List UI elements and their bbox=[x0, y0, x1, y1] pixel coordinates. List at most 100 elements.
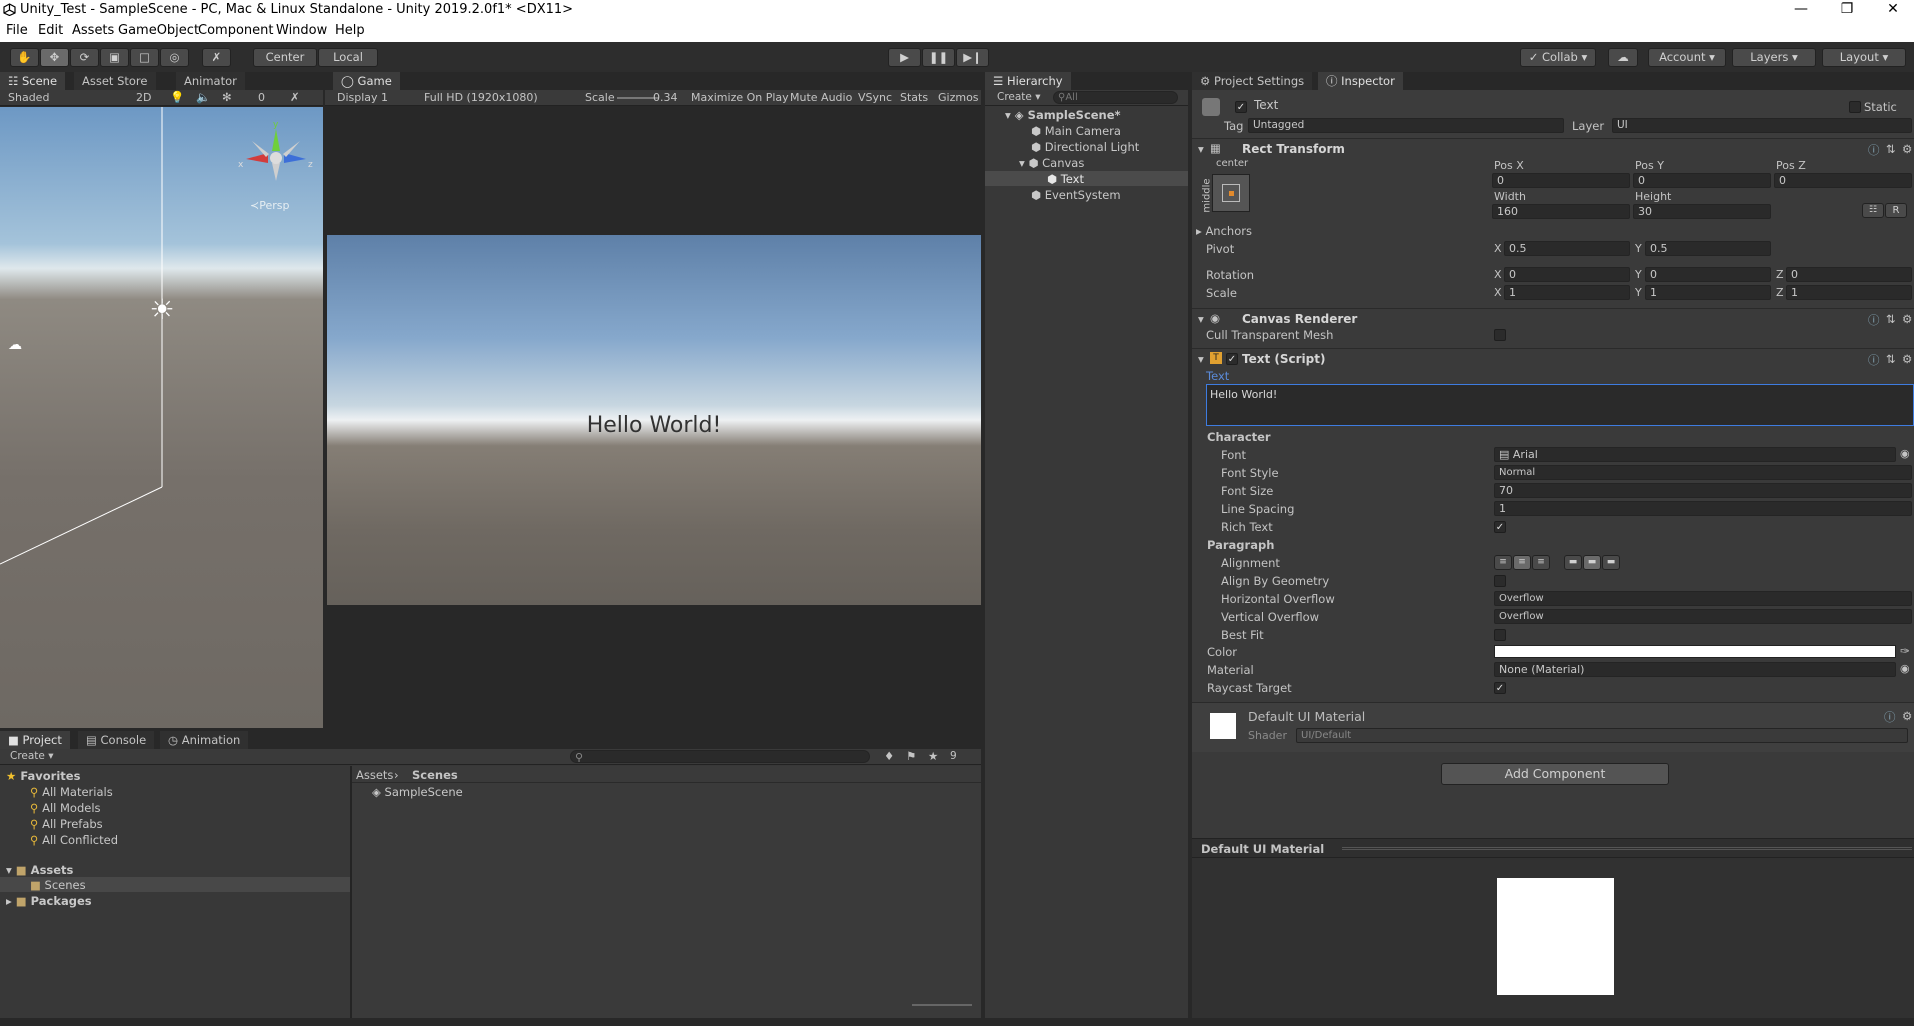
fav-all-materials[interactable]: ⚲ All Materials bbox=[30, 785, 113, 799]
vsync-toggle[interactable]: VSync bbox=[858, 91, 892, 104]
game-viewport[interactable]: Hello World! bbox=[327, 235, 981, 605]
best-fit-checkbox[interactable] bbox=[1494, 629, 1506, 641]
maximize-button[interactable]: ❐ bbox=[1824, 0, 1870, 20]
text-content-area[interactable]: Hello World! bbox=[1206, 384, 1914, 426]
directional-light-icon[interactable]: ☀ bbox=[147, 295, 177, 325]
pivot-y-field[interactable]: 0.5 bbox=[1645, 241, 1771, 256]
menu-assets[interactable]: Assets bbox=[72, 23, 114, 38]
align-top-icon[interactable]: ▬ bbox=[1564, 555, 1582, 570]
foldout-arrow-icon[interactable]: ▾ bbox=[1198, 352, 1204, 366]
file-samplescene[interactable]: ◈ SampleScene bbox=[372, 785, 463, 799]
help-icon[interactable]: ⓘ bbox=[1868, 312, 1880, 328]
width-field[interactable]: 160 bbox=[1492, 204, 1630, 219]
camera-icon[interactable]: ☁ bbox=[8, 337, 22, 353]
menu-help[interactable]: Help bbox=[335, 23, 365, 38]
rect-transform-header[interactable]: ▾ ▦ Rect Transform ⓘ ⇅ ⚙ bbox=[1192, 138, 1914, 158]
packages-node[interactable]: ▸ ■ Packages bbox=[6, 894, 92, 908]
menu-component[interactable]: Component bbox=[198, 23, 273, 38]
tab-animation[interactable]: ◷ Animation bbox=[160, 731, 249, 749]
align-left-icon[interactable]: ≡ bbox=[1494, 555, 1512, 570]
custom-tool-icon[interactable]: ✗ bbox=[202, 48, 231, 67]
effects-icon[interactable]: ✻ bbox=[222, 90, 232, 104]
static-checkbox[interactable] bbox=[1849, 101, 1861, 113]
tag-dropdown[interactable]: Untagged bbox=[1248, 118, 1564, 133]
tab-project-settings[interactable]: ⚙ Project Settings bbox=[1192, 72, 1313, 90]
layers-dropdown[interactable]: Layers ▾ bbox=[1732, 48, 1816, 67]
fav-all-prefabs[interactable]: ⚲ All Prefabs bbox=[30, 817, 103, 831]
object-name-field[interactable]: Text bbox=[1250, 99, 1760, 114]
maximize-on-play-toggle[interactable]: Maximize On Play bbox=[691, 91, 789, 104]
align-bottom-icon[interactable]: ▬ bbox=[1602, 555, 1620, 570]
pos-x-field[interactable]: 0 bbox=[1492, 173, 1630, 188]
tab-project[interactable]: ■ Project bbox=[0, 731, 70, 749]
font-style-dropdown[interactable]: Normal bbox=[1494, 465, 1912, 480]
help-icon[interactable]: ⓘ bbox=[1868, 142, 1880, 158]
anchors-foldout[interactable]: ▸ Anchors bbox=[1196, 224, 1252, 238]
eyedropper-icon[interactable]: ✑ bbox=[1900, 644, 1910, 658]
tab-animator[interactable]: Animator bbox=[176, 72, 245, 90]
resolution-dropdown[interactable]: Full HD (1920x1080) bbox=[424, 91, 538, 104]
scene-root[interactable]: ▾ ◈ SampleScene* bbox=[1005, 108, 1121, 122]
shading-mode-dropdown[interactable]: Shaded bbox=[8, 91, 49, 104]
pivot-center-button[interactable]: Center bbox=[253, 48, 317, 67]
rotate-tool-icon[interactable]: ⟳ bbox=[70, 48, 99, 67]
line-spacing-field[interactable]: 1 bbox=[1494, 501, 1912, 516]
gizmos-toggle[interactable]: Gizmos bbox=[938, 91, 979, 104]
filter-label-icon[interactable]: ⚑ bbox=[906, 749, 916, 763]
settings-gear-icon[interactable]: ⚙ bbox=[1902, 709, 1912, 723]
add-component-button[interactable]: Add Component bbox=[1441, 763, 1669, 785]
tab-asset-store[interactable]: Asset Store bbox=[74, 72, 156, 90]
menu-edit[interactable]: Edit bbox=[38, 23, 63, 38]
minimize-button[interactable]: — bbox=[1778, 0, 1824, 20]
play-icon[interactable]: ▶ bbox=[888, 48, 921, 67]
text-enabled-checkbox[interactable]: ✓ bbox=[1226, 353, 1238, 365]
cloud-icon[interactable]: ☁ bbox=[1608, 48, 1638, 67]
account-dropdown[interactable]: Account ▾ bbox=[1648, 48, 1726, 67]
rot-x-field[interactable]: 0 bbox=[1504, 267, 1630, 282]
fav-all-conflicted[interactable]: ⚲ All Conflicted bbox=[30, 833, 118, 847]
fav-all-models[interactable]: ⚲ All Models bbox=[30, 801, 101, 815]
preset-icon[interactable]: ⇅ bbox=[1886, 142, 1896, 156]
tab-game[interactable]: ◯ Game bbox=[333, 72, 400, 90]
hidden-packages-count[interactable]: 9 bbox=[950, 750, 957, 762]
canvas-renderer-header[interactable]: ▾ ◉ Canvas Renderer ⓘ ⇅ ⚙ bbox=[1192, 308, 1914, 328]
hand-tool-icon[interactable]: ✋ bbox=[10, 48, 39, 67]
collab-dropdown[interactable]: ✓ Collab ▾ bbox=[1520, 48, 1596, 67]
font-field[interactable]: ▤ Arial bbox=[1494, 447, 1896, 462]
object-picker-icon[interactable]: ◉ bbox=[1900, 662, 1910, 675]
rect-tool-icon[interactable]: □ bbox=[130, 48, 159, 67]
color-swatch[interactable] bbox=[1494, 645, 1896, 658]
project-search-input[interactable]: ⚲ bbox=[570, 750, 870, 763]
scale-y-field[interactable]: 1 bbox=[1645, 285, 1771, 300]
help-icon[interactable]: ⓘ bbox=[1884, 709, 1896, 725]
persp-label[interactable]: ≺Persp bbox=[250, 199, 289, 212]
pause-icon[interactable]: ❚❚ bbox=[922, 48, 955, 67]
scale-z-field[interactable]: 1 bbox=[1786, 285, 1912, 300]
tab-hierarchy[interactable]: ☰ Hierarchy bbox=[985, 72, 1071, 90]
hierarchy-item-canvas[interactable]: ▾ ⬢ Canvas bbox=[1019, 156, 1084, 170]
transform-tool-icon[interactable]: ◎ bbox=[160, 48, 189, 67]
help-icon[interactable]: ⓘ bbox=[1868, 352, 1880, 368]
layout-dropdown[interactable]: Layout ▾ bbox=[1822, 48, 1906, 67]
settings-gear-icon[interactable]: ⚙ bbox=[1902, 142, 1912, 156]
pivot-x-field[interactable]: 0.5 bbox=[1504, 241, 1630, 256]
h-overflow-dropdown[interactable]: Overflow bbox=[1494, 591, 1912, 606]
create-dropdown[interactable]: Create ▾ bbox=[10, 750, 54, 762]
pos-z-field[interactable]: 0 bbox=[1774, 173, 1912, 188]
favorites-node[interactable]: ★ Favorites bbox=[6, 769, 80, 783]
tab-console[interactable]: ▤ Console bbox=[78, 731, 155, 749]
foldout-arrow-icon[interactable]: ▾ bbox=[1198, 142, 1204, 156]
breadcrumb-assets[interactable]: Assets bbox=[356, 768, 393, 782]
blueprint-mode-icon[interactable]: ☷ bbox=[1862, 203, 1884, 218]
hierarchy-selected-row[interactable]: ⬢ Text bbox=[985, 171, 1188, 186]
hierarchy-item-directional-light[interactable]: ⬢ Directional Light bbox=[1031, 140, 1139, 154]
text-script-header[interactable]: ▾ T ✓ Text (Script) ⓘ ⇅ ⚙ bbox=[1192, 348, 1914, 368]
filter-type-icon[interactable]: ♦ bbox=[884, 749, 894, 763]
align-center-icon[interactable]: ≡ bbox=[1513, 555, 1531, 570]
tab-scene[interactable]: ☷ Scene bbox=[0, 72, 66, 90]
settings-gear-icon[interactable]: ⚙ bbox=[1902, 352, 1912, 366]
scene-gizmo-icon[interactable]: y x z bbox=[236, 119, 316, 189]
active-checkbox[interactable]: ✓ bbox=[1235, 101, 1247, 113]
hidden-count[interactable]: 0 bbox=[258, 91, 265, 104]
hierarchy-search-input[interactable]: ⚲All bbox=[1053, 91, 1178, 104]
